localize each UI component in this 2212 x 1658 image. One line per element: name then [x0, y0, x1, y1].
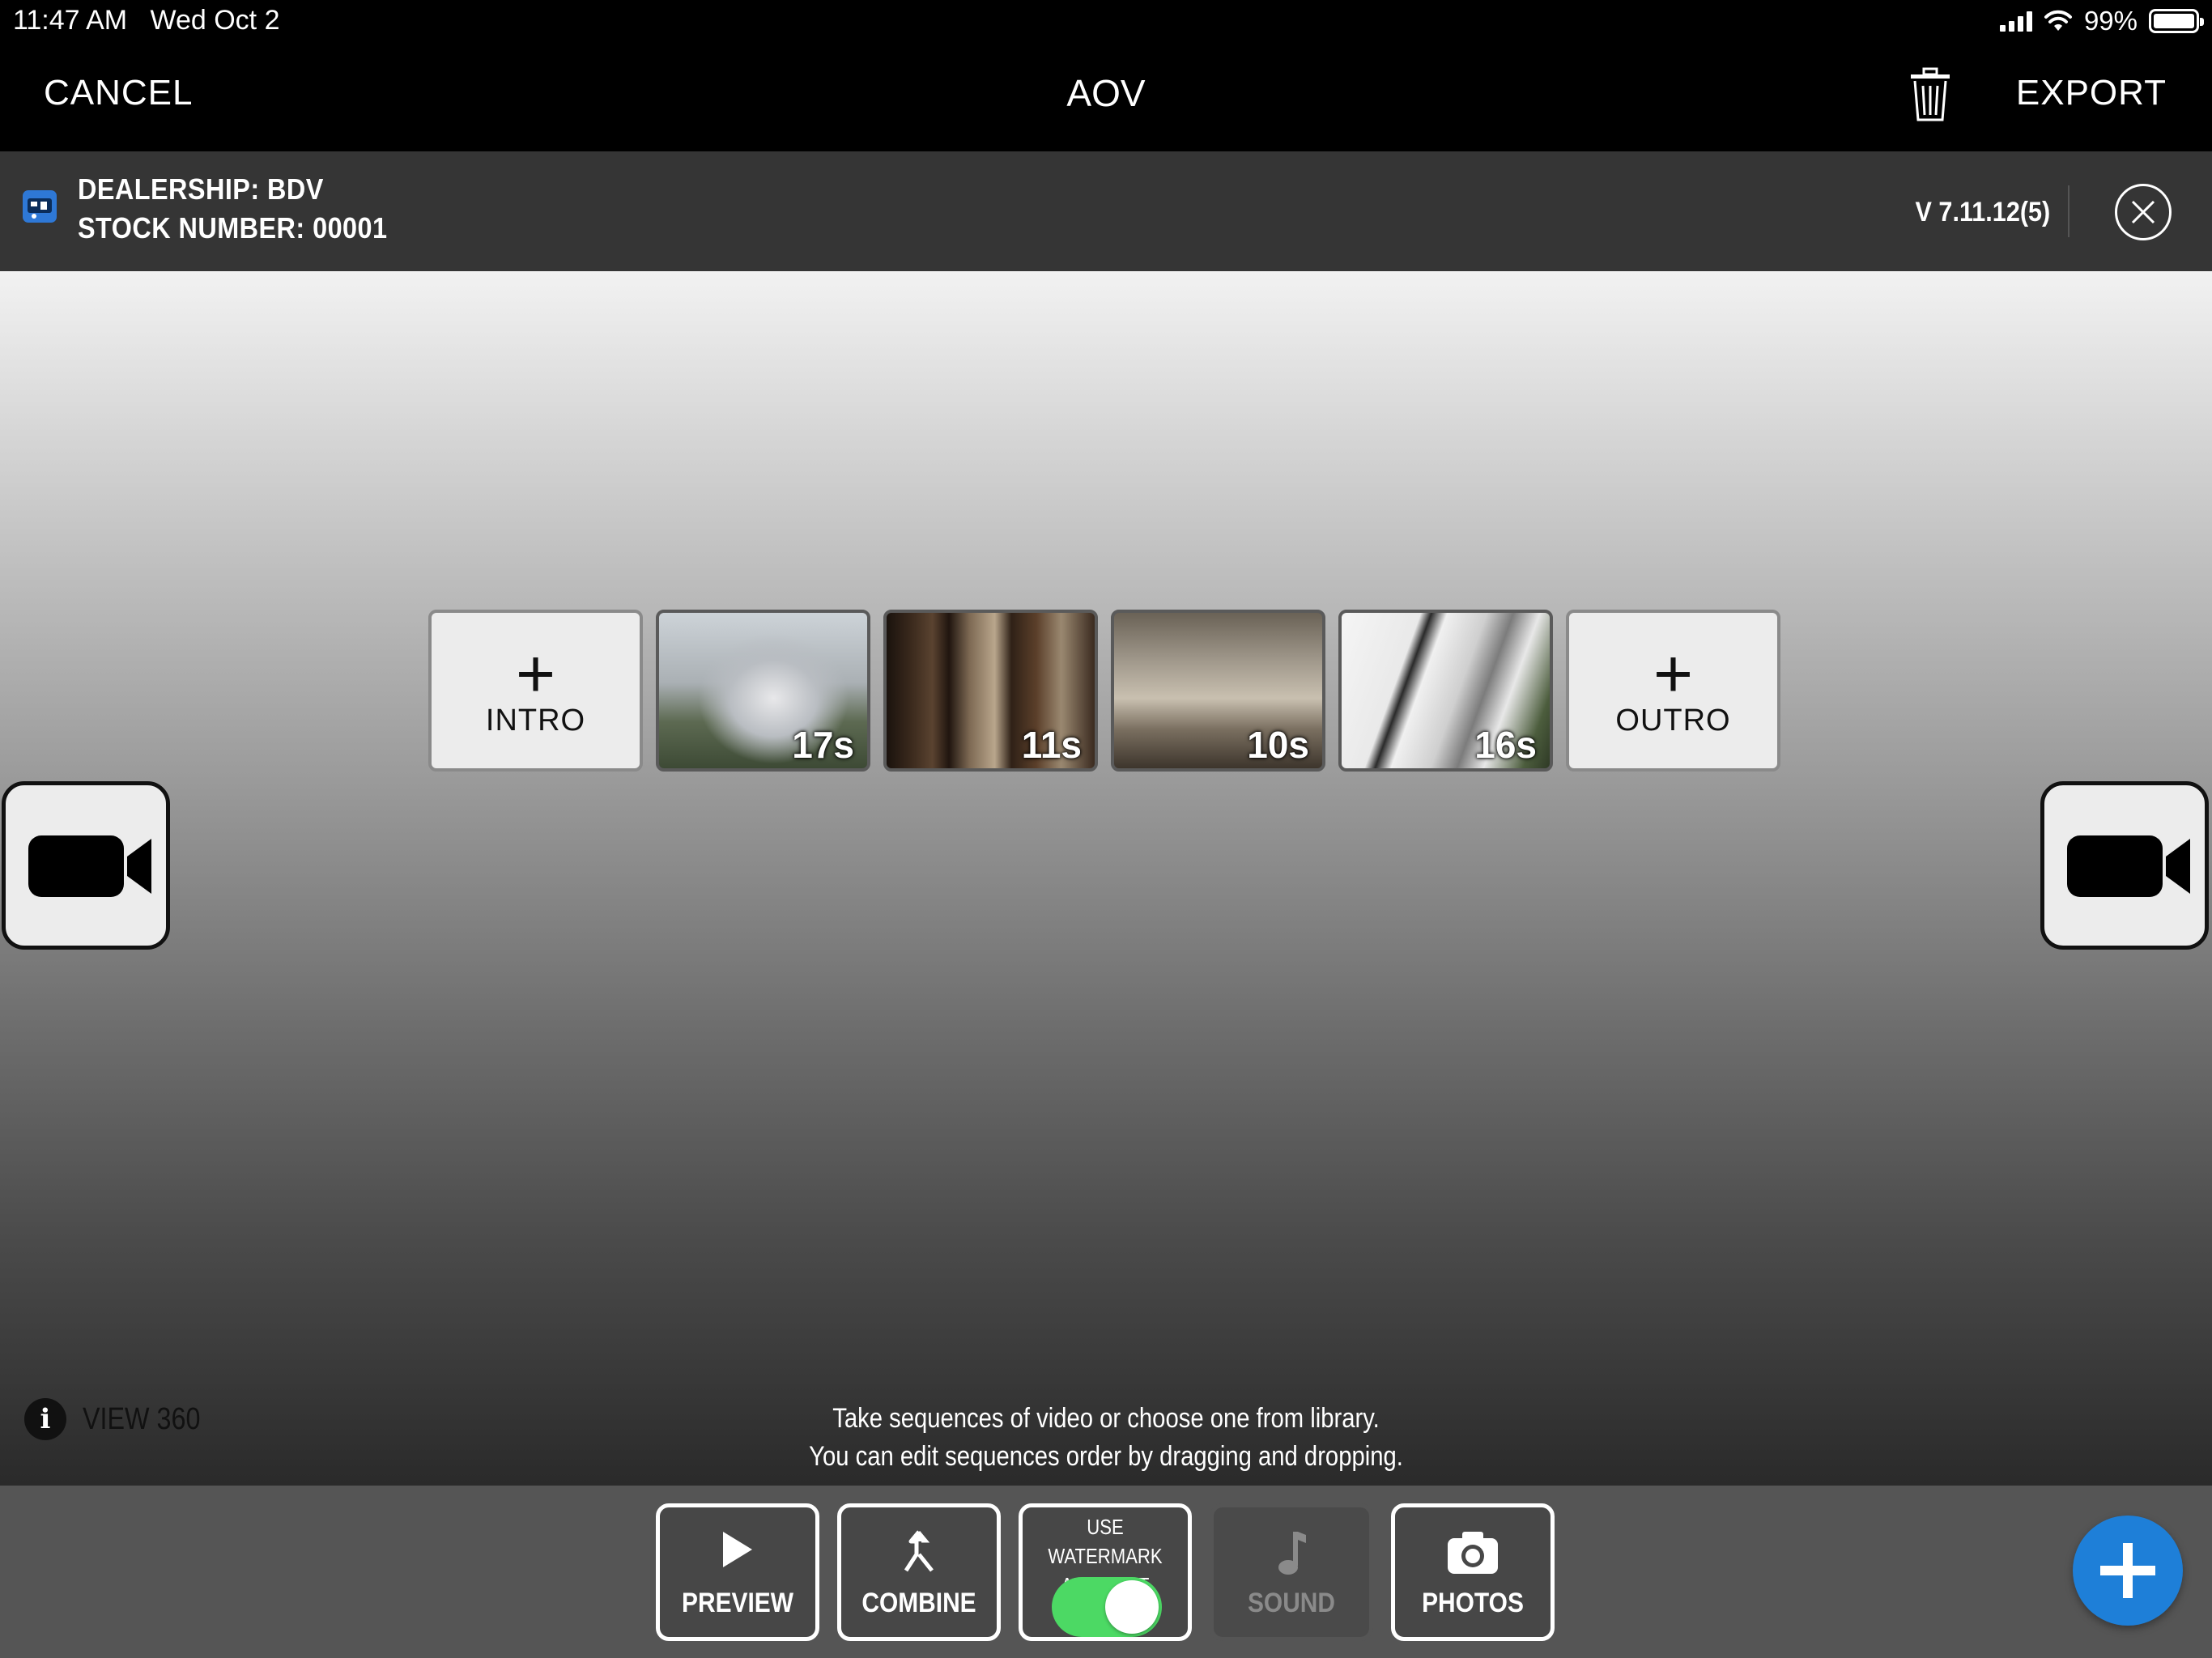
clip-thumbnail[interactable]: 11s [883, 610, 1098, 772]
info-icon: i [24, 1398, 66, 1440]
add-floating-button[interactable] [2073, 1516, 2183, 1626]
record-video-button-left[interactable] [2, 781, 170, 950]
battery-icon [2149, 9, 2204, 33]
add-outro-button[interactable]: + OUTRO [1566, 610, 1780, 772]
rv-logo-icon [23, 190, 57, 223]
status-bar: 11:47 AM Wed Oct 2 99% [0, 0, 2212, 42]
preview-button[interactable]: PREVIEW [656, 1503, 819, 1641]
nav-bar: CANCEL AOV EXPORT [0, 42, 2212, 151]
hint-text-1: Take sequences of video or choose one fr… [832, 1403, 1380, 1434]
stock-number-label: STOCK NUMBER: 00001 [78, 211, 388, 244]
export-button[interactable]: EXPORT [2016, 73, 2167, 113]
dealer-info-bar: DEALERSHIP: BDV STOCK NUMBER: 00001 V 7.… [0, 151, 2212, 271]
status-date: Wed Oct 2 [150, 5, 280, 36]
cellular-signal-icon [1999, 11, 2032, 32]
photos-button[interactable]: PHOTOS [1391, 1503, 1555, 1641]
plus-icon: + [1653, 636, 1694, 712]
preview-label: PREVIEW [682, 1588, 793, 1618]
record-video-button-right[interactable] [2040, 781, 2209, 950]
photos-label: PHOTOS [1422, 1588, 1524, 1618]
merge-arrow-icon [904, 1530, 934, 1572]
close-button[interactable] [2115, 184, 2172, 240]
hint-text-2: You can edit sequences order by dragging… [809, 1441, 1403, 1472]
editor-canvas: + INTRO 17s 11s 10s 16s + OUTRO i VIEW 3… [0, 271, 2212, 1486]
music-note-icon [1278, 1532, 1306, 1575]
battery-percent: 99% [2083, 6, 2138, 36]
bottom-toolbar: PREVIEW COMBINE USE WATERMARK AND TEXT S… [0, 1486, 2212, 1658]
toggle-knob [1105, 1580, 1159, 1634]
clip-duration: 17s [792, 724, 854, 766]
clip-thumbnail[interactable]: 17s [656, 610, 870, 772]
dealership-label: DEALERSHIP: BDV [78, 172, 324, 206]
video-camera-icon [28, 835, 151, 897]
trash-icon [1911, 67, 1950, 121]
clip-duration: 16s [1474, 724, 1537, 766]
intro-label: INTRO [485, 704, 586, 738]
wifi-icon [2044, 10, 2072, 31]
photo-camera-icon [1448, 1532, 1498, 1574]
plus-icon: + [515, 636, 556, 712]
close-icon [2131, 200, 2155, 224]
status-indicators: 99% [1999, 5, 2204, 37]
play-icon [723, 1532, 752, 1567]
watermark-toggle-panel: USE WATERMARK AND TEXT SCROLL [1019, 1503, 1192, 1641]
video-camera-icon [2067, 835, 2190, 897]
combine-label: COMBINE [861, 1588, 976, 1618]
clip-timeline: + INTRO 17s 11s 10s 16s + OUTRO [428, 610, 1780, 772]
divider [2068, 185, 2069, 237]
sound-button[interactable]: SOUND [1210, 1503, 1373, 1641]
add-intro-button[interactable]: + INTRO [428, 610, 643, 772]
clip-thumbnail[interactable]: 16s [1338, 610, 1553, 772]
watermark-label-line1: USE WATERMARK [1048, 1515, 1163, 1568]
combine-button[interactable]: COMBINE [837, 1503, 1001, 1641]
watermark-toggle[interactable] [1052, 1577, 1162, 1637]
status-time: 11:47 AM Wed Oct 2 [13, 5, 279, 36]
clip-duration: 10s [1247, 724, 1309, 766]
clip-thumbnail[interactable]: 10s [1111, 610, 1325, 772]
sound-label: SOUND [1247, 1588, 1336, 1618]
status-clock: 11:47 AM [13, 5, 128, 36]
plus-icon [2100, 1543, 2155, 1598]
clip-duration: 11s [1021, 724, 1082, 766]
delete-button[interactable] [1908, 66, 1953, 123]
page-title: AOV [1066, 72, 1146, 114]
outro-label: OUTRO [1615, 704, 1731, 738]
app-version: V 7.11.12(5) [1915, 197, 2050, 227]
